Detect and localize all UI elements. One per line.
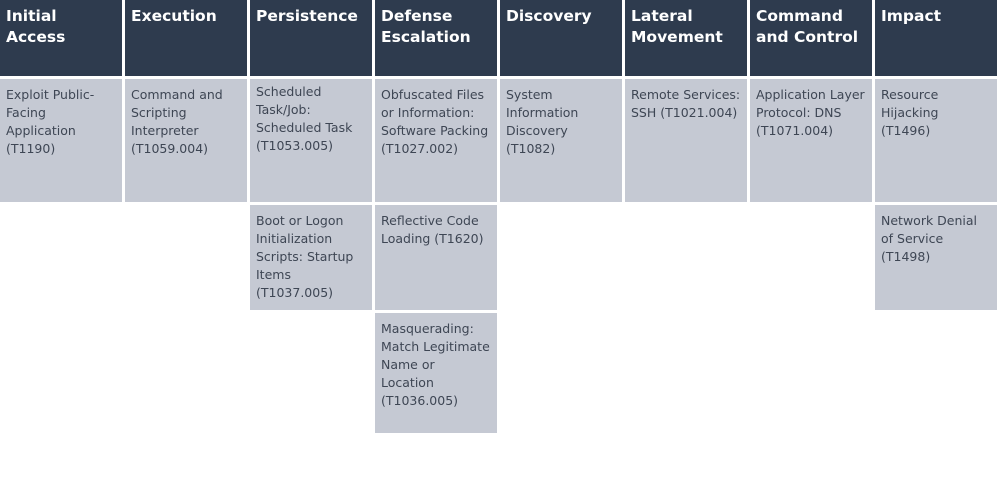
technique-cell[interactable]: Masquerading: Match Legitimate Name or L… [375,313,497,433]
technique-cell[interactable]: Obfuscated Files or Information: Softwar… [375,79,497,202]
tactic-header: Discovery [500,0,622,76]
tactic-header: Defense Escalation [375,0,497,76]
technique-cell[interactable]: Network Denial of Service (T1498) [875,205,997,310]
tactic-column-discovery: Discovery System Information Discovery (… [500,0,622,433]
technique-cell[interactable]: System Information Discovery (T1082) [500,79,622,202]
technique-cell[interactable]: Resource Hijacking (T1496) [875,79,997,202]
technique-cell[interactable]: Exploit Public-Facing Application (T1190… [0,79,122,202]
technique-cell[interactable]: Remote Services: SSH (T1021.004) [625,79,747,202]
tactic-column-execution: Execution Command and Scripting Interpre… [125,0,247,433]
technique-cell[interactable]: Command and Scripting Interpreter (T1059… [125,79,247,202]
tactic-header: Initial Access [0,0,122,76]
tactic-column-lateral-movement: Lateral Movement Remote Services: SSH (T… [625,0,747,433]
attack-matrix: Initial Access Exploit Public-Facing App… [0,0,1000,433]
tactic-header: Lateral Movement [625,0,747,76]
tactic-header: Command and Control [750,0,872,76]
tactic-column-persistence: Persistence Scheduled Task/Job: Schedule… [250,0,372,433]
tactic-header: Execution [125,0,247,76]
tactic-header: Persistence [250,0,372,76]
technique-cell[interactable]: Boot or Logon Initialization Scripts: St… [250,205,372,310]
technique-cell[interactable]: Application Layer Protocol: DNS (T1071.0… [750,79,872,202]
tactic-column-defense-escalation: Defense Escalation Obfuscated Files or I… [375,0,497,433]
technique-cell[interactable]: Scheduled Task/Job: Scheduled Task (T105… [250,79,372,202]
technique-cell[interactable]: Reflective Code Loading (T1620) [375,205,497,310]
tactic-column-impact: Impact Resource Hijacking (T1496) Networ… [875,0,997,433]
tactic-column-command-and-control: Command and Control Application Layer Pr… [750,0,872,433]
tactic-header: Impact [875,0,997,76]
tactic-column-initial-access: Initial Access Exploit Public-Facing App… [0,0,122,433]
